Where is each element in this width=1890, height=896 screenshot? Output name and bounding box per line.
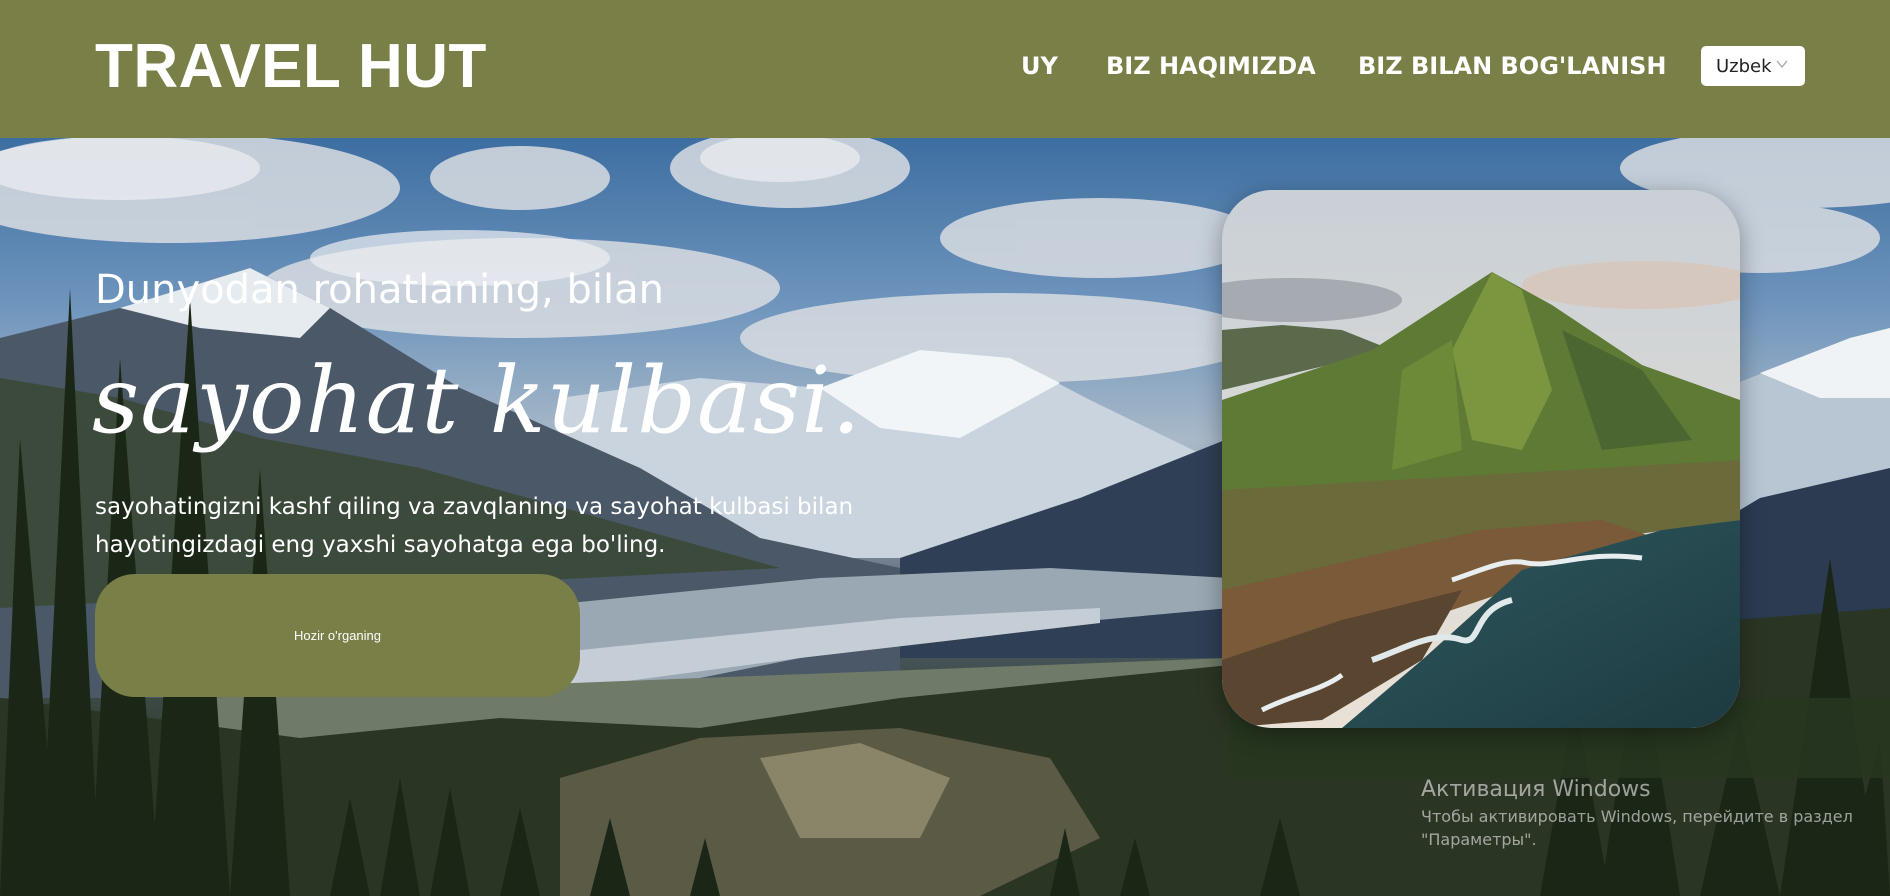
hero-description: sayohatingizni kashf qiling va zavqlanin…	[95, 494, 854, 558]
hero-subtitle: Dunyodan rohatlaning, bilan	[95, 267, 664, 313]
volcano-coast-image	[1222, 190, 1740, 728]
watermark-line-1: Чтобы активировать Windows, перейдите в …	[1421, 807, 1853, 826]
hero-title: sayohat kulbasi.	[92, 347, 862, 454]
hero-background: Dunyodan rohatlaning, bilan sayohat kulb…	[0, 138, 1890, 896]
nav-link-home[interactable]: UY	[1021, 48, 1058, 84]
windows-activation-watermark: Активация Windows Чтобы активировать Win…	[1421, 775, 1853, 851]
nav-link-about[interactable]: BIZ HAQIMIZDA	[1106, 48, 1316, 84]
nav-link-contact[interactable]: BIZ BILAN BOG'LANISH	[1358, 48, 1667, 84]
site-header: TRAVEL HUT UY BIZ HAQIMIZDA BIZ BILAN BO…	[0, 0, 1890, 138]
featured-destination-card	[1222, 190, 1740, 728]
watermark-line-2: "Параметры".	[1421, 830, 1537, 849]
explore-now-button[interactable]: Hozir o'rganing	[95, 574, 580, 697]
site-logo[interactable]: TRAVEL HUT	[95, 30, 487, 104]
watermark-title: Активация Windows	[1421, 777, 1651, 802]
chevron-down-icon	[1776, 60, 1788, 69]
language-select[interactable]: Uzbek	[1701, 46, 1805, 86]
language-select-value: Uzbek	[1716, 55, 1772, 77]
